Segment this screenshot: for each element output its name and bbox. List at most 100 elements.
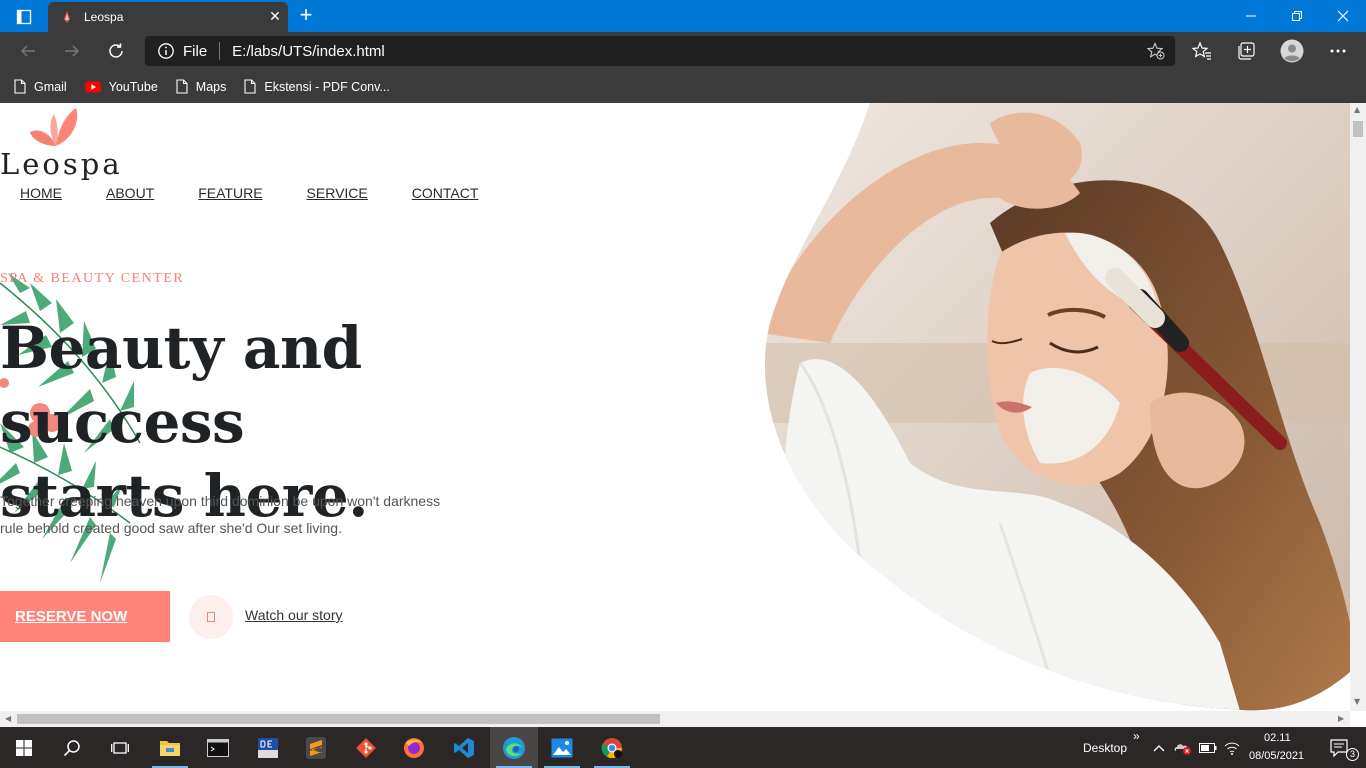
- taskbar-chrome[interactable]: [588, 727, 636, 768]
- subtext-line-1: Together creeping heaven upon third domi…: [0, 493, 441, 509]
- taskbar-sublime[interactable]: [292, 727, 340, 768]
- address-separator: [219, 42, 221, 60]
- hero-kicker: SPA & BEAUTY CENTER: [0, 271, 185, 286]
- vertical-scroll-thumb[interactable]: [1353, 121, 1363, 137]
- task-view-icon: [111, 741, 129, 754]
- vertical-scrollbar[interactable]: ▲ ▼: [1350, 103, 1366, 711]
- desktop-toolbar-label[interactable]: Desktop: [1083, 741, 1127, 755]
- horizontal-scrollbar[interactable]: ◀ ▶: [0, 711, 1350, 727]
- back-icon[interactable]: [13, 36, 43, 66]
- reserve-now-button[interactable]: RESERVE NOW: [0, 591, 170, 642]
- browser-titlebar: Leospa ✕ +: [0, 0, 1366, 32]
- leospa-favicon-icon: [64, 11, 70, 23]
- bookmark-maps[interactable]: Maps: [176, 79, 227, 94]
- bookmark-label: Maps: [195, 79, 227, 94]
- start-button[interactable]: [0, 727, 48, 768]
- minimize-button[interactable]: [1228, 0, 1274, 32]
- terminal-icon: [207, 738, 229, 757]
- scroll-up-arrow-icon[interactable]: ▲: [1354, 105, 1360, 114]
- folder-icon: [160, 740, 180, 756]
- taskbar-devcpp[interactable]: [244, 727, 292, 768]
- task-view-button[interactable]: [96, 727, 144, 768]
- horizontal-scroll-thumb[interactable]: [17, 714, 660, 724]
- network-status-icon[interactable]: [1171, 727, 1195, 768]
- watch-story-link[interactable]: Watch our story: [245, 607, 343, 623]
- collections-icon[interactable]: [1233, 38, 1259, 64]
- hero-image: [764, 103, 1350, 711]
- search-icon: [63, 739, 80, 756]
- refresh-icon[interactable]: [101, 36, 131, 66]
- close-window-button[interactable]: [1320, 0, 1366, 32]
- browser-tab[interactable]: Leospa ✕: [48, 2, 288, 32]
- youtube-icon: [84, 81, 101, 92]
- scroll-right-arrow-icon[interactable]: ▶: [1338, 714, 1344, 723]
- page-icon: [244, 79, 256, 94]
- bookmark-label: Gmail: [34, 79, 67, 94]
- photos-icon: [551, 738, 573, 757]
- bookmark-label: YouTube: [108, 79, 158, 94]
- site-logo[interactable]: Leospa: [0, 147, 123, 181]
- tab-title: Leospa: [84, 10, 124, 24]
- subtext-line-2: rule behold created good saw after she'd…: [0, 520, 342, 536]
- add-favorite-icon[interactable]: [1147, 42, 1165, 60]
- nav-feature[interactable]: FEATURE: [198, 185, 262, 201]
- scroll-down-arrow-icon[interactable]: ▼: [1354, 697, 1360, 706]
- devcpp-icon: [258, 737, 278, 758]
- address-bar[interactable]: File E:/labs/UTS/index.html: [145, 36, 1175, 66]
- battery-icon[interactable]: [1196, 727, 1220, 768]
- main-nav: HOME ABOUT FEATURE SERVICE CONTACT: [20, 185, 522, 201]
- taskbar-photos[interactable]: [538, 727, 586, 768]
- play-icon: [207, 612, 215, 622]
- nav-home[interactable]: HOME: [20, 185, 62, 201]
- page-icon: [176, 79, 188, 94]
- forward-icon[interactable]: [57, 36, 87, 66]
- info-icon[interactable]: [157, 42, 175, 60]
- taskbar-file-explorer[interactable]: [146, 727, 194, 768]
- favorites-icon[interactable]: [1189, 38, 1215, 64]
- vscode-icon: [454, 737, 474, 758]
- nav-service[interactable]: SERVICE: [307, 185, 368, 201]
- edge-icon: [503, 736, 525, 759]
- wifi-icon[interactable]: [1220, 727, 1244, 768]
- windows-logo-icon: [16, 739, 32, 756]
- more-options-icon[interactable]: [1325, 38, 1351, 64]
- bookmarks-bar: Gmail YouTube Maps Ekstensi - PDF Conv..…: [0, 70, 1366, 103]
- tab-actions-icon[interactable]: [8, 6, 40, 28]
- page-icon: [14, 79, 26, 94]
- action-center-button[interactable]: 3: [1318, 727, 1362, 768]
- notification-count-badge: 3: [1346, 748, 1359, 761]
- page-viewport: Leospa HOME ABOUT FEATURE SERVICE CONTAC…: [0, 103, 1350, 711]
- nav-about[interactable]: ABOUT: [106, 185, 154, 201]
- sublime-text-icon: [306, 736, 326, 759]
- bookmark-gmail[interactable]: Gmail: [14, 79, 67, 94]
- address-url[interactable]: E:/labs/UTS/index.html: [232, 43, 385, 60]
- play-video-button[interactable]: [189, 595, 233, 639]
- profile-avatar-icon[interactable]: [1279, 38, 1305, 64]
- address-scheme: File: [183, 42, 208, 60]
- onedrive-error-icon: [1174, 743, 1191, 755]
- headline-line-1: Beauty and success: [0, 314, 362, 456]
- taskbar-terminal[interactable]: [194, 727, 242, 768]
- taskbar-firefox[interactable]: [390, 727, 438, 768]
- taskbar-edge[interactable]: [490, 727, 538, 768]
- git-icon: [356, 737, 376, 758]
- bookmark-youtube[interactable]: YouTube: [84, 79, 158, 94]
- browser-toolbar: File E:/labs/UTS/index.html: [0, 32, 1366, 70]
- search-button[interactable]: [48, 727, 96, 768]
- clock-time[interactable]: 02.11: [1264, 732, 1291, 744]
- butterfly-logo-icon: [30, 108, 78, 146]
- restore-button[interactable]: [1274, 0, 1320, 32]
- new-tab-button[interactable]: +: [294, 4, 318, 28]
- nav-contact[interactable]: CONTACT: [412, 185, 479, 201]
- tab-close-icon[interactable]: ✕: [262, 9, 288, 25]
- hero-subtext: Together creeping heaven upon third domi…: [0, 488, 480, 542]
- scroll-left-arrow-icon[interactable]: ◀: [5, 714, 11, 723]
- taskbar-vscode[interactable]: [440, 727, 488, 768]
- taskbar-git[interactable]: [342, 727, 390, 768]
- chrome-icon: [601, 737, 623, 758]
- desktop-toolbar-chevron[interactable]: »: [1133, 729, 1140, 743]
- show-hidden-icons[interactable]: [1148, 727, 1170, 768]
- clock-date[interactable]: 08/05/2021: [1249, 750, 1304, 762]
- firefox-icon: [404, 737, 424, 758]
- bookmark-pdf-converter[interactable]: Ekstensi - PDF Conv...: [244, 79, 390, 94]
